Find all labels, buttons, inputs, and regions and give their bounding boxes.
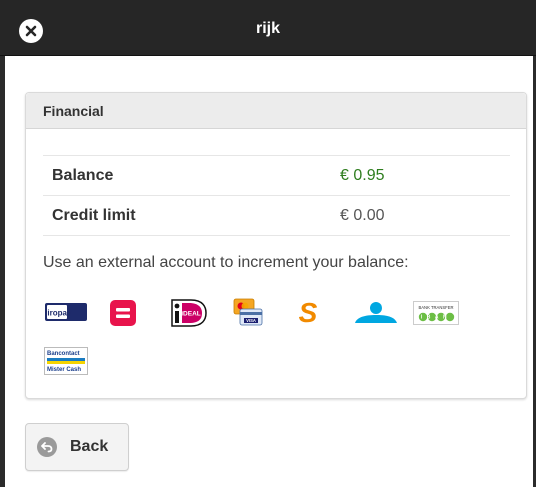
iban-icon: BANK TRANSFER IBAN — [413, 301, 459, 325]
table-row: Credit limit € 0.00 — [43, 195, 510, 236]
sofort-logo-text: S — [299, 300, 318, 326]
panel-title: Financial — [43, 103, 104, 119]
financial-table: Balance € 0.95 Credit limit € 0.00 — [43, 155, 510, 236]
page-title: rijk — [255, 20, 280, 37]
sofort-icon: S — [299, 300, 318, 326]
bancontact-sub-text: Mister Cash — [47, 367, 81, 373]
equals-payment-button[interactable] — [110, 300, 136, 326]
credit-card-icon: VISA — [233, 298, 263, 326]
visa-logo-text: VISA — [246, 318, 256, 323]
ideal-button[interactable]: iDEAL — [171, 299, 207, 327]
bancontact-icon: Bancontact Mister Cash — [44, 347, 88, 375]
iban-logo-text: BANK TRANSFER — [418, 305, 453, 310]
credit-limit-label: Credit limit — [52, 207, 136, 224]
giropay-button[interactable]: giropay — [45, 303, 87, 321]
ideal-logo-text: iDEAL — [181, 311, 201, 318]
transfer-button[interactable] — [353, 300, 399, 326]
sofort-button[interactable]: S — [292, 300, 324, 326]
balance-value: € 0.95 — [340, 167, 385, 184]
back-label: Back — [70, 438, 109, 455]
iban-sub-text: IBAN — [421, 315, 451, 321]
bancontact-button[interactable]: Bancontact Mister Cash — [44, 347, 88, 375]
transfer-icon — [355, 302, 397, 323]
iban-transfer-button[interactable]: BANK TRANSFER IBAN — [413, 301, 459, 325]
financial-panel: Financial Balance € 0.95 Credit limit € … — [25, 92, 527, 399]
ideal-icon: iDEAL — [171, 299, 207, 327]
giropay-icon: giropay — [45, 303, 87, 321]
payment-hint: Use an external account to increment you… — [43, 254, 409, 271]
header-bar: rijk — [0, 0, 536, 56]
credit-limit-value: € 0.00 — [340, 207, 385, 224]
equals-payment-icon — [110, 300, 136, 326]
table-row: Balance € 0.95 — [43, 155, 510, 195]
back-button[interactable]: Back — [25, 423, 129, 471]
back-arrow-icon — [37, 437, 57, 457]
bancontact-logo-text: Bancontact — [47, 351, 80, 357]
giropay-logo-text: giropay — [45, 309, 72, 318]
balance-label: Balance — [52, 167, 114, 184]
credit-card-button[interactable]: VISA — [233, 298, 263, 328]
